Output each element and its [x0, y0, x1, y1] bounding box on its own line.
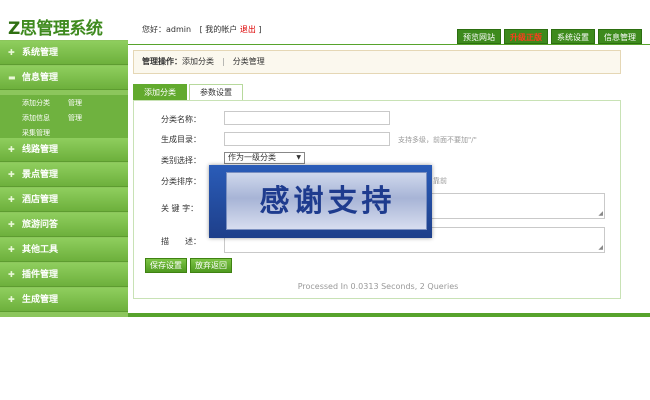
sidebar-item-label: 信息管理 [22, 73, 59, 83]
sidebar-item-label: 系统管理 [22, 48, 59, 58]
directory-label: 生成目录： [161, 135, 201, 144]
plus-icon: ✚ [8, 270, 15, 279]
back-button[interactable]: 放弃返回 [190, 258, 232, 273]
submenu-add-category[interactable]: 添加分类 管理 [22, 98, 82, 108]
sidebar-item-label: 旅游问答 [22, 220, 59, 230]
tab-add-category[interactable]: 添加分类 [133, 84, 187, 101]
submenu-label[interactable]: 添加信息 [22, 114, 50, 122]
op-add-category-link[interactable]: 添加分类 [182, 57, 214, 66]
sidebar-item-plugins[interactable]: ✚ 插件管理 [0, 263, 128, 287]
sidebar-item-info[interactable]: ▬ 信息管理 [0, 66, 128, 90]
logo-mark: Z [8, 19, 20, 39]
category-type-value: 作为一级分类 [228, 153, 276, 162]
plus-icon: ✚ [8, 245, 15, 254]
resize-grip-icon[interactable]: ◢ [598, 210, 603, 217]
sidebar-item-label: 景点管理 [22, 170, 59, 180]
plus-icon: ✚ [8, 295, 15, 304]
greeting-text: 您好：admin [142, 25, 192, 34]
tab-parameter-settings[interactable]: 参数设置 [189, 84, 243, 101]
directory-hint: 支持多级，前面不要加"/" [398, 136, 477, 144]
dropdown-arrow-icon: ▼ [296, 154, 301, 161]
submenu-label[interactable]: 采集管理 [22, 129, 50, 137]
nav-system-settings[interactable]: 系统设置 [551, 29, 595, 44]
plus-icon: ✚ [8, 195, 15, 204]
overlay-banner-text: 感谢支持 [259, 184, 396, 219]
sidebar-item-qa[interactable]: ✚ 旅游问答 [0, 213, 128, 237]
plus-icon: ✚ [8, 220, 15, 229]
sort-order-hint: 靠前 [433, 177, 447, 185]
nav-info-manage[interactable]: 信息管理 [598, 29, 642, 44]
plus-icon: ✚ [8, 170, 15, 179]
sidebar-item-label: 线路管理 [22, 145, 59, 155]
category-type-label: 类别选择： [161, 156, 201, 165]
sidebar-item-label: 生成管理 [22, 295, 59, 305]
category-name-label: 分类名称： [161, 115, 201, 124]
sidebar-item-generate[interactable]: ✚ 生成管理 [0, 288, 128, 312]
bracket-open: [ [199, 25, 203, 34]
minus-icon: ▬ [8, 73, 16, 82]
directory-input[interactable] [224, 132, 390, 146]
sidebar-item-tools[interactable]: ✚ 其他工具 [0, 238, 128, 262]
footer-stats: Processed In 0.0313 Seconds, 2 Queries [297, 282, 459, 291]
submenu-collect[interactable]: 采集管理 [22, 128, 50, 138]
user-greeting: 您好：admin [ 我的帐户 退出 ] [142, 24, 262, 35]
submenu-add-info[interactable]: 添加信息 管理 [22, 113, 82, 123]
sidebar-item-label: 插件管理 [22, 270, 59, 280]
sidebar-submenu: 添加分类 管理 添加信息 管理 采集管理 [0, 95, 128, 140]
operation-bar: 管理操作：添加分类 | 分类管理 [133, 50, 621, 74]
overlay-banner: 感谢支持 [209, 165, 432, 238]
description-label: 描 述： [161, 237, 201, 246]
sidebar-item-hotels[interactable]: ✚ 酒店管理 [0, 188, 128, 212]
operation-title: 管理操作： [142, 57, 182, 66]
sidebar-item-label: 其他工具 [22, 245, 59, 255]
submenu-manage-link[interactable]: 管理 [68, 98, 82, 108]
submenu-label[interactable]: 添加分类 [22, 99, 50, 107]
plus-icon: ✚ [8, 48, 15, 57]
category-name-input[interactable] [224, 111, 390, 125]
submenu-manage-link[interactable]: 管理 [68, 113, 82, 123]
nav-preview-site[interactable]: 预览网站 [457, 29, 501, 44]
bottom-divider [128, 313, 650, 317]
my-account-link[interactable]: 我的帐户 [205, 25, 237, 34]
top-bar: Z思管理系统 您好：admin [ 我的帐户 退出 ] 预览网站 升级正版 系统… [0, 0, 650, 44]
op-separator: | [222, 57, 225, 66]
overlay-banner-panel: 感谢支持 [226, 172, 427, 230]
sort-order-label: 分类排序： [161, 177, 201, 186]
bracket-close: ] [258, 25, 262, 34]
op-category-manage-link[interactable]: 分类管理 [233, 57, 265, 66]
top-nav: 预览网站 升级正版 系统设置 信息管理 [457, 29, 642, 44]
logout-link[interactable]: 退出 [240, 25, 256, 34]
sidebar-item-label: 酒店管理 [22, 195, 59, 205]
sidebar-item-routes[interactable]: ✚ 线路管理 [0, 138, 128, 162]
save-button[interactable]: 保存设置 [145, 258, 187, 273]
plus-icon: ✚ [8, 145, 15, 154]
logo-text: 思管理系统 [19, 19, 103, 39]
logo: Z思管理系统 [8, 14, 103, 39]
category-type-select[interactable]: 作为一级分类 ▼ [224, 152, 305, 164]
nav-upgrade[interactable]: 升级正版 [504, 29, 548, 44]
sidebar-item-attractions[interactable]: ✚ 景点管理 [0, 163, 128, 187]
resize-grip-icon[interactable]: ◢ [598, 244, 603, 251]
sidebar: ✚ 系统管理 ▬ 信息管理 添加分类 管理 添加信息 管理 采集管理 ✚ 线路管理 ✚ 景点… [0, 40, 128, 317]
sidebar-item-system[interactable]: ✚ 系统管理 [0, 41, 128, 65]
keywords-label: 关 键 字： [161, 204, 199, 213]
